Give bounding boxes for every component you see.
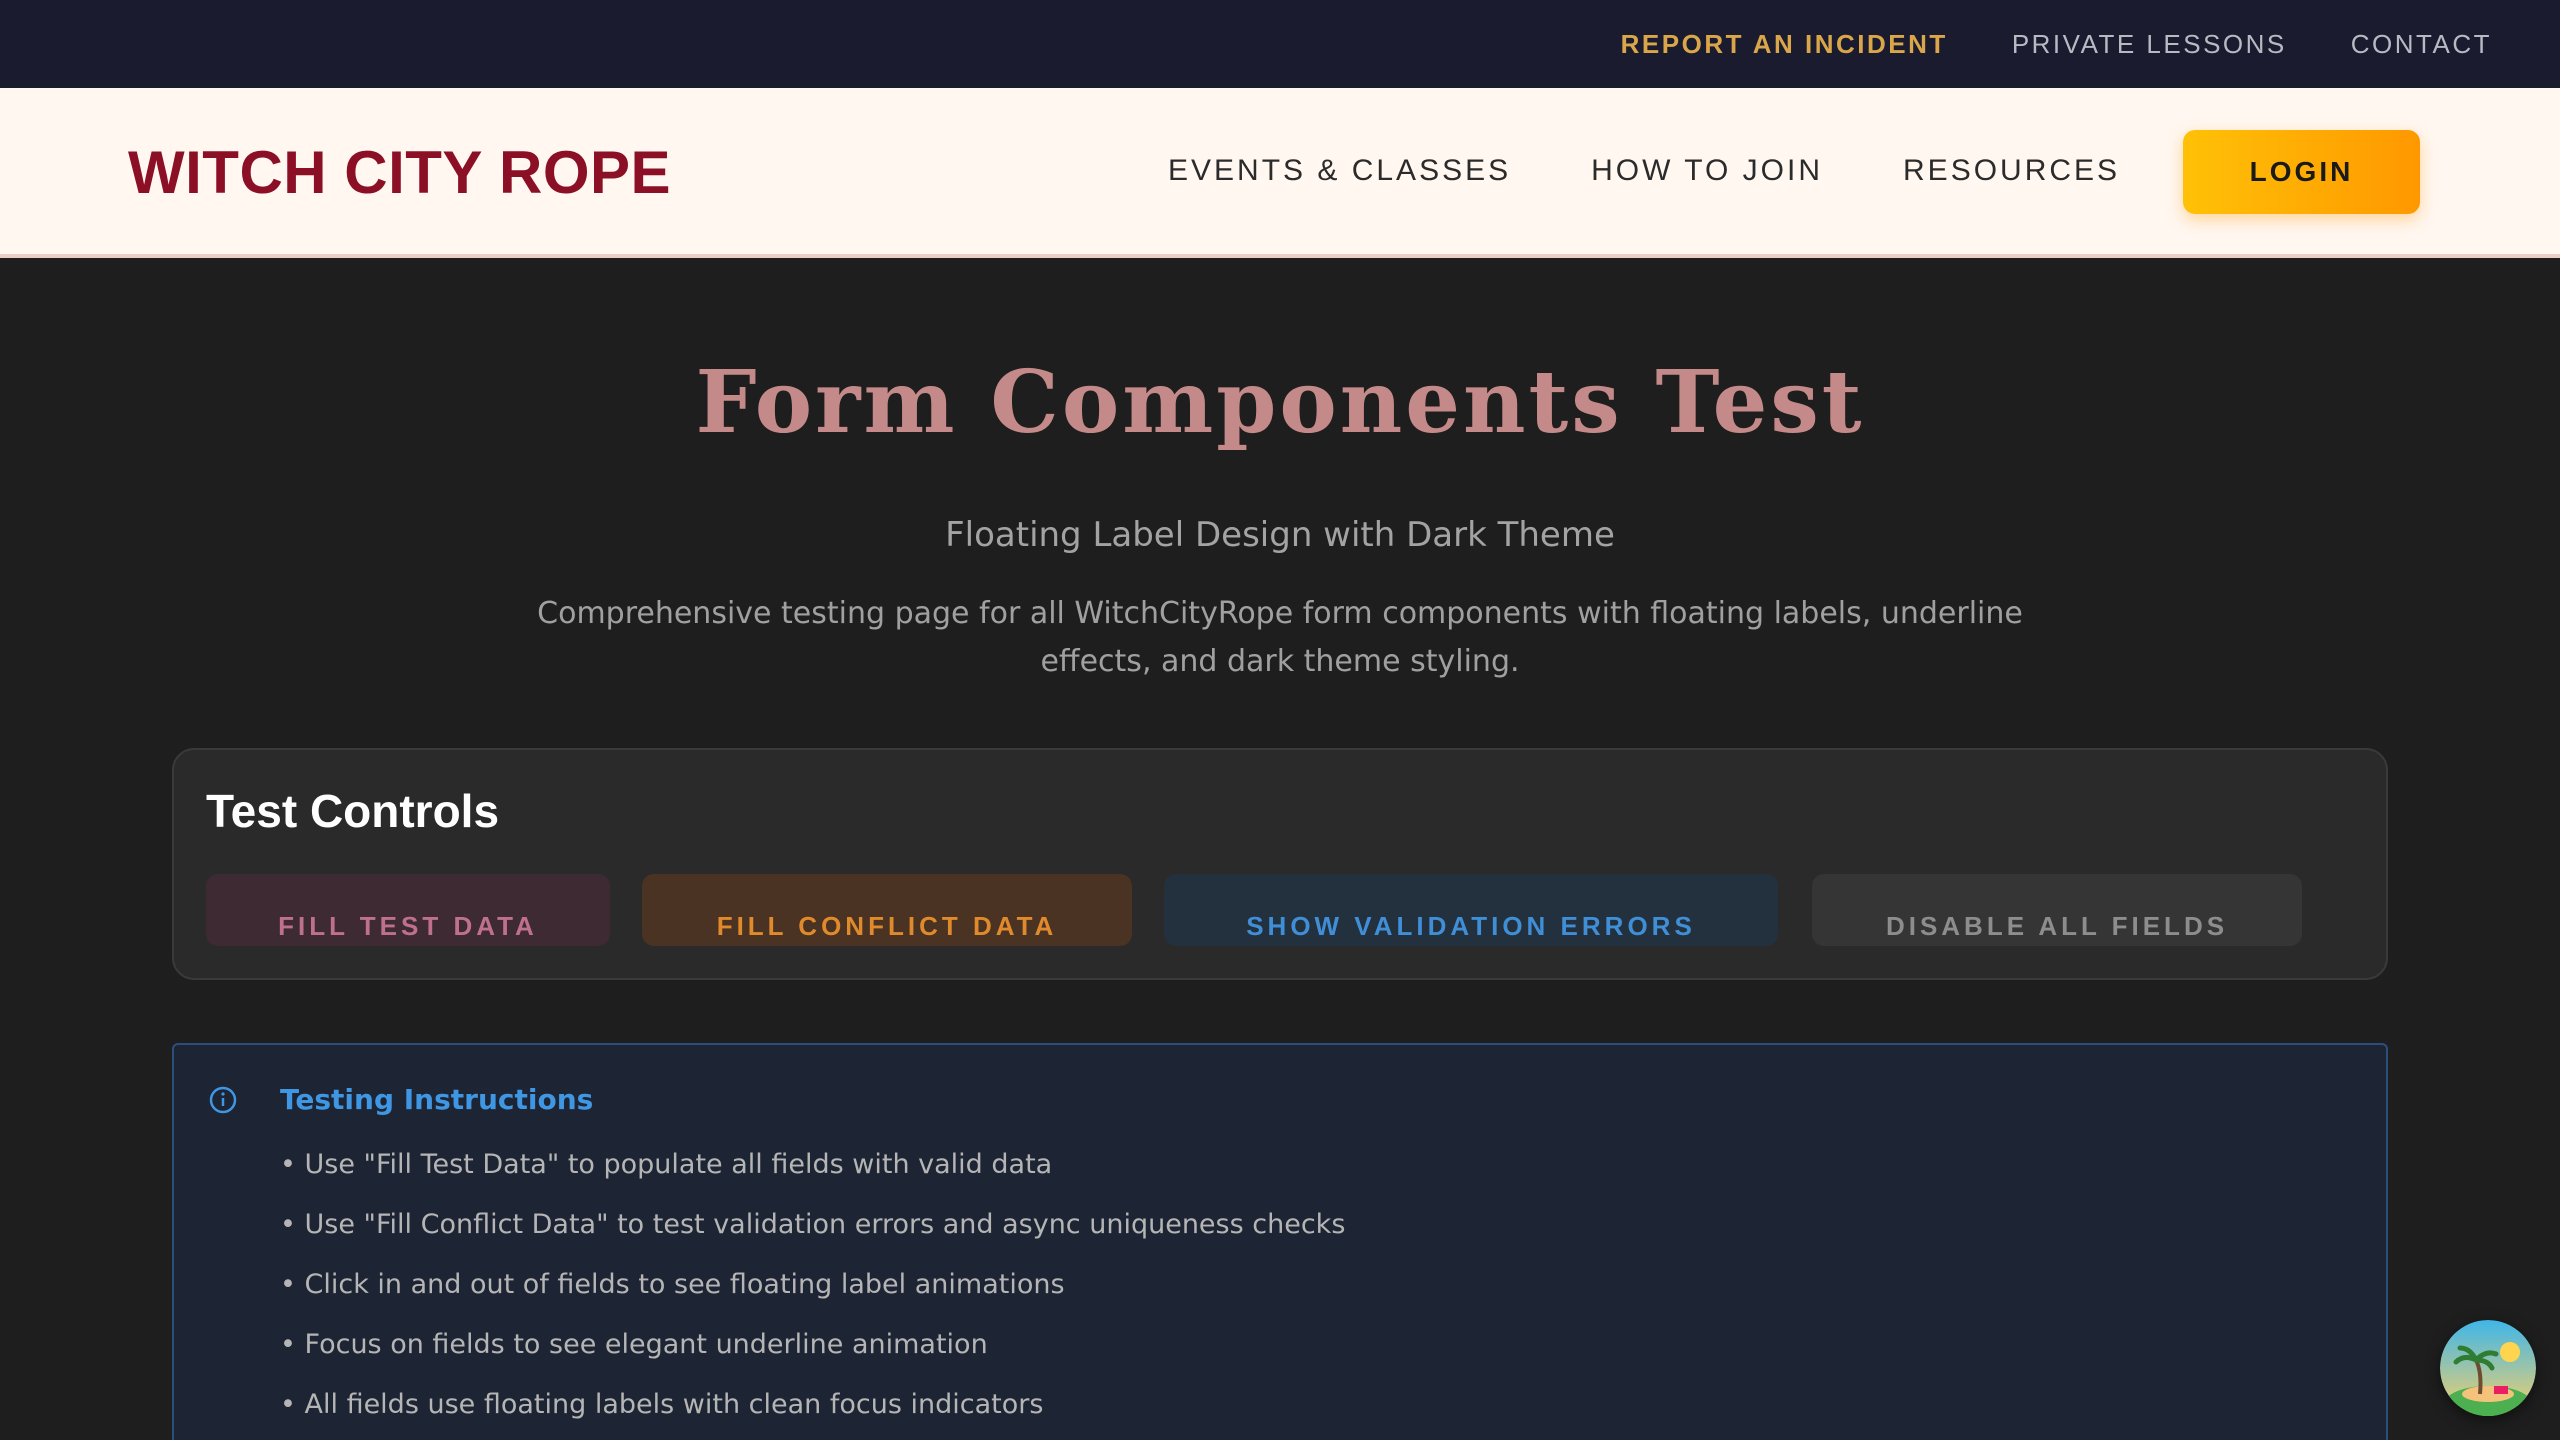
list-item: • Use "Fill Conflict Data" to test valid…	[280, 1209, 1346, 1240]
nav-how-to-join[interactable]: HOW TO JOIN	[1591, 154, 1823, 188]
test-controls-title: Test Controls	[206, 785, 500, 837]
fill-test-data-label: FILL TEST DATA	[278, 916, 538, 936]
floating-avatar-button[interactable]	[2440, 1320, 2536, 1416]
list-item: • Focus on fields to see elegant underli…	[280, 1329, 988, 1360]
utility-bar: REPORT AN INCIDENT PRIVATE LESSONS CONTA…	[0, 0, 2560, 88]
list-item: • Click in and out of fields to see floa…	[280, 1269, 1065, 1300]
login-button[interactable]: LOGIN	[2183, 130, 2420, 214]
disable-all-fields-button[interactable]: DISABLE ALL FIELDS	[1812, 874, 2302, 946]
test-controls-card: Test Controls FILL TEST DATA FILL CONFLI…	[172, 748, 2388, 980]
list-item: • Use "Fill Test Data" to populate all f…	[280, 1149, 1053, 1180]
contact-link[interactable]: CONTACT	[2351, 29, 2492, 60]
page-title: Form Components Test	[695, 352, 1865, 453]
list-item: • All fields use floating labels with cl…	[280, 1389, 1044, 1420]
nav-events-classes[interactable]: EVENTS & CLASSES	[1168, 154, 1511, 188]
instructions-list: • Use "Fill Test Data" to populate all f…	[280, 1145, 1345, 1440]
show-validation-errors-button[interactable]: SHOW VALIDATION ERRORS	[1164, 874, 1778, 946]
report-incident-link[interactable]: REPORT AN INCIDENT	[1621, 29, 1948, 60]
page-subtitle: Floating Label Design with Dark Theme	[945, 515, 1615, 555]
testing-instructions-card: Testing Instructions • Use "Fill Test Da…	[172, 1043, 2388, 1440]
testing-instructions-title: Testing Instructions	[280, 1083, 594, 1116]
show-validation-errors-label: SHOW VALIDATION ERRORS	[1246, 916, 1696, 936]
fill-conflict-data-button[interactable]: FILL CONFLICT DATA	[642, 874, 1132, 946]
main-nav: EVENTS & CLASSES HOW TO JOIN RESOURCES	[1168, 154, 2120, 188]
island-palm-icon	[2440, 1320, 2536, 1416]
site-logo[interactable]: WITCH CITY ROPE	[128, 138, 671, 207]
info-circle-icon	[209, 1086, 237, 1114]
fill-test-data-button[interactable]: FILL TEST DATA	[206, 874, 610, 946]
page-description: Comprehensive testing page for all Witch…	[537, 596, 2023, 679]
fill-conflict-data-label: FILL CONFLICT DATA	[716, 916, 1058, 936]
nav-resources[interactable]: RESOURCES	[1903, 154, 2120, 188]
main-header: WITCH CITY ROPE EVENTS & CLASSES HOW TO …	[0, 88, 2560, 258]
disable-all-fields-label: DISABLE ALL FIELDS	[1885, 916, 2229, 936]
private-lessons-link[interactable]: PRIVATE LESSONS	[2012, 29, 2287, 60]
